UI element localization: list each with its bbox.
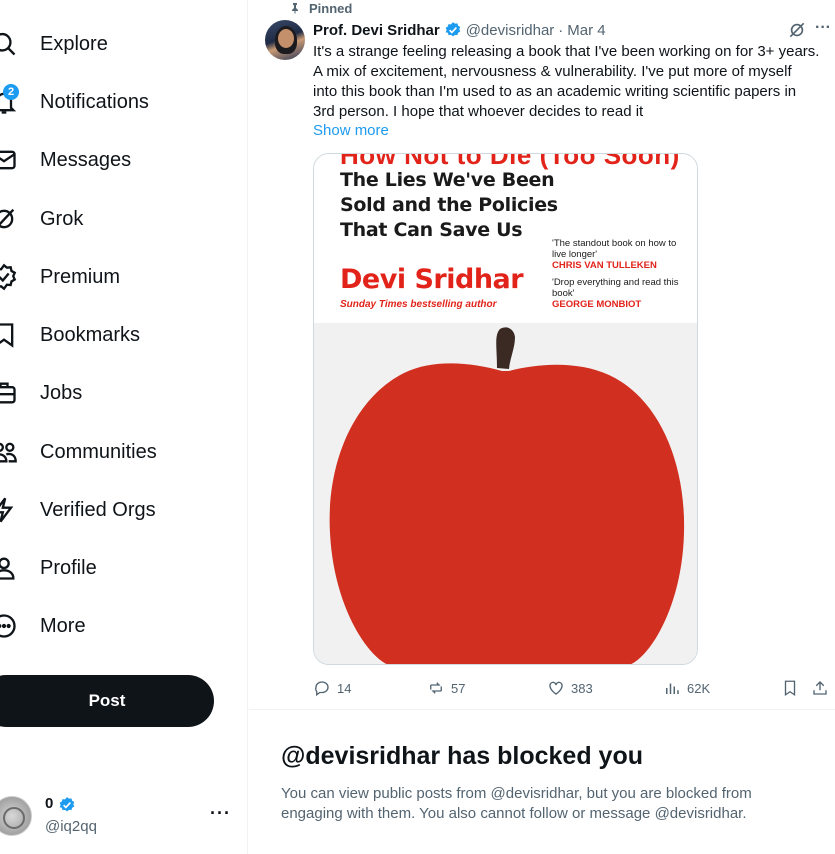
blocked-description: You can view public posts from @devisrid… (281, 785, 752, 822)
sidebar-item-profile[interactable]: Profile (0, 544, 230, 592)
sidebar-item-label: Communities (40, 440, 157, 463)
sidebar-item-label: Premium (40, 265, 121, 288)
cover-quote-attribution: GEORGE MONBIOT (552, 299, 642, 310)
sidebar-item-more[interactable]: More (0, 602, 230, 650)
view-count: 62K (687, 680, 711, 696)
sidebar-item-explore[interactable]: Explore (0, 20, 230, 68)
sidebar-item-label: Bookmarks (40, 323, 141, 346)
bookmark-icon (784, 680, 796, 697)
grok-icon (0, 205, 18, 233)
sidebar-item-label: Notifications (40, 90, 149, 113)
tweet-more-icon[interactable]: ··· (815, 19, 831, 37)
cover-quote-text: 'The standout book on how to live longer… (552, 238, 677, 260)
cover-author: Devi Sridhar (340, 264, 524, 295)
tweet-header: Prof. Devi Sridhar @devisridhar · Mar 4 (313, 20, 606, 40)
people-icon (0, 438, 18, 466)
more-circle-icon (0, 612, 18, 640)
repost-button[interactable]: 57 (427, 678, 465, 698)
account-more-icon[interactable]: ··· (210, 803, 231, 824)
sidebar-nav: Explore 2 Notifications Messages Grok Pr… (0, 0, 248, 854)
notification-count-badge: 2 (3, 84, 19, 100)
separator-dot: · (558, 21, 564, 39)
cover-quote: 'The standout book on how to live longer… (552, 238, 692, 271)
briefcase-icon (0, 379, 18, 407)
show-more-link[interactable]: Show more (313, 122, 389, 139)
bookmark-button[interactable] (781, 678, 805, 698)
sidebar-item-label: Profile (40, 556, 97, 579)
sidebar-item-grok[interactable]: Grok (0, 195, 230, 243)
person-icon (0, 554, 18, 582)
tweet-author-avatar[interactable] (265, 20, 305, 60)
account-handle: @iq2qq (45, 818, 97, 835)
sidebar-item-verified-orgs[interactable]: Verified Orgs (0, 486, 230, 534)
pinned-indicator: Pinned (289, 0, 352, 16)
reply-count: 14 (337, 680, 352, 696)
blocked-title: @devisridhar has blocked you (281, 742, 643, 770)
sidebar-item-bookmarks[interactable]: Bookmarks (0, 311, 230, 359)
pin-icon (292, 3, 298, 14)
heart-icon (549, 681, 563, 695)
share-button[interactable] (811, 678, 835, 698)
apple-illustration (329, 327, 685, 664)
envelope-icon (0, 146, 18, 174)
avatar (0, 796, 32, 836)
tweet-author-handle[interactable]: @devisridhar (466, 22, 555, 39)
sidebar-item-premium[interactable]: Premium (0, 253, 230, 301)
like-button[interactable]: 383 (547, 678, 593, 698)
repost-icon (430, 682, 442, 694)
views-chart-icon (666, 683, 679, 694)
tweet-text: It's a strange feeling releasing a book … (313, 43, 820, 120)
tweet-author-name[interactable]: Prof. Devi Sridhar (313, 22, 440, 39)
sidebar-item-label: Jobs (40, 381, 83, 404)
tweet-actions: 14 57 383 62K (313, 678, 833, 698)
sidebar-item-jobs[interactable]: Jobs (0, 369, 230, 417)
book-cover-image[interactable]: How Not to Die (Too Soon) The Lies We've… (313, 153, 698, 665)
post-button[interactable]: Post (0, 675, 214, 727)
sidebar-item-notifications[interactable]: 2 Notifications (0, 78, 230, 126)
grok-explain-icon[interactable] (787, 20, 807, 40)
cover-quote: 'Drop everything and read this book' GEO… (552, 277, 692, 310)
repost-count: 57 (451, 680, 466, 696)
main-column: Pinned Prof. Devi Sridhar @devisridhar ·… (249, 0, 835, 854)
bell-icon: 2 (0, 84, 19, 116)
cover-subtitle: The Lies We've Been Sold and the Policie… (340, 169, 558, 241)
share-icon (813, 681, 827, 695)
sidebar-item-label: Grok (40, 207, 84, 230)
views-button[interactable]: 62K (663, 678, 710, 698)
search-icon (0, 30, 18, 58)
cover-author-tagline: Sunday Times bestselling author (340, 299, 497, 310)
verified-badge-icon (445, 22, 460, 37)
sidebar-item-label: Verified Orgs (40, 498, 156, 521)
pinned-label: Pinned (309, 0, 353, 16)
like-count: 383 (571, 680, 593, 696)
sidebar-item-communities[interactable]: Communities (0, 428, 230, 476)
sidebar-item-label: Explore (40, 32, 108, 55)
cover-quote-attribution: CHRIS VAN TULLEKEN (552, 260, 657, 271)
sidebar-item-messages[interactable]: Messages (0, 136, 230, 184)
reply-icon (315, 681, 329, 697)
cover-quote-text: 'Drop everything and read this book' (552, 277, 679, 299)
divider (249, 709, 835, 710)
sidebar-item-label: More (40, 614, 86, 637)
bookmark-icon (0, 321, 18, 349)
verified-badge-icon (59, 797, 75, 812)
reply-button[interactable]: 14 (313, 678, 351, 698)
app-root: Explore 2 Notifications Messages Grok Pr… (0, 0, 835, 854)
account-name: 0 (45, 795, 54, 812)
account-switcher[interactable]: 0 @iq2qq ··· (0, 785, 240, 845)
tweet-date[interactable]: Mar 4 (567, 22, 605, 39)
lightning-icon (0, 496, 18, 524)
premium-badge-icon (0, 263, 18, 291)
sidebar-item-label: Messages (40, 148, 132, 171)
